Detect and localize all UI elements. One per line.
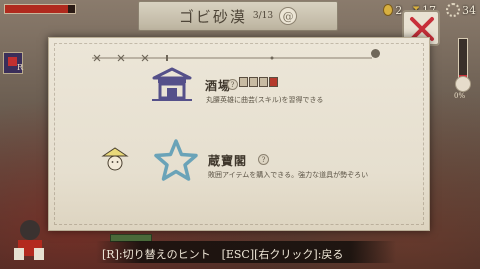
stage-title-plate: ゴビ砂漠 3/13 @ [138, 1, 338, 31]
hero-portrait [259, 77, 268, 87]
route-line [92, 54, 372, 62]
gear-icon [446, 3, 460, 17]
star-icon[interactable] [153, 138, 199, 182]
stage-map-panel [48, 37, 430, 231]
current-stage-node[interactable] [371, 49, 380, 58]
health-bar [4, 4, 76, 14]
tavern-help-icon[interactable]: ? [227, 79, 238, 90]
heat-gauge [458, 38, 468, 80]
coin-icon [383, 4, 394, 16]
treasure-description: 敗囲アイテムを購入できる。強力な道具が勢ぞろい [208, 171, 369, 179]
treasure-help-icon[interactable]: ? [258, 154, 269, 165]
hero-portraits [239, 77, 278, 87]
inventory-item-tag: R [17, 63, 24, 72]
gauge-label: 0% [454, 92, 466, 100]
stage-title: ゴビ砂漠 [178, 7, 247, 26]
stage-progress: 3/13 [252, 11, 274, 21]
tavern-description: 丸腰英雄に曲芸(スキル)を習得できる [206, 96, 324, 104]
merchant-avatar-icon[interactable] [100, 145, 130, 173]
hero-portrait [239, 77, 248, 87]
hero-portrait [249, 77, 258, 87]
control-hint: [R]:切り替えのヒント [ESC][右クリック]:戻る [102, 248, 344, 261]
health-bar-fill [5, 5, 68, 13]
player-character-icon [14, 220, 44, 260]
treasure-title: 蔵寶閣 [208, 154, 248, 168]
gold-counter: 2 [383, 4, 402, 17]
swirl-icon[interactable]: @ [279, 7, 298, 25]
gear-counter: 34 [446, 3, 476, 17]
gear-value: 34 [462, 3, 476, 17]
hero-portrait [269, 77, 278, 87]
tavern-icon[interactable] [150, 66, 194, 104]
gauge-bulb [455, 76, 471, 92]
